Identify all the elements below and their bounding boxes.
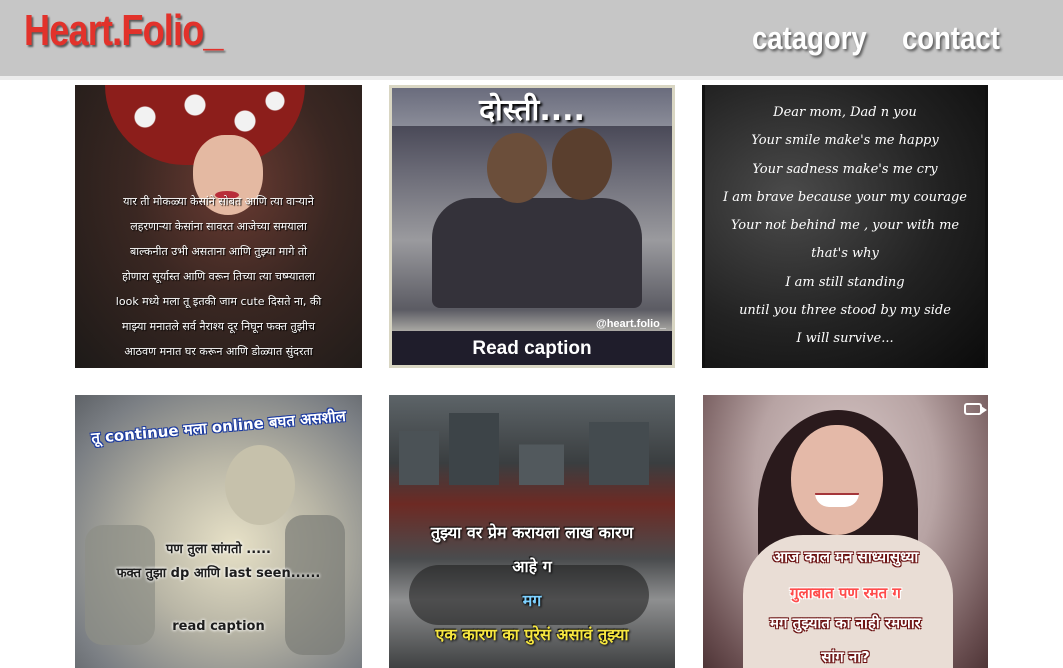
nav-link-catagory[interactable]: catagory: [752, 20, 867, 57]
caption-line: मग: [522, 591, 542, 610]
caption-line: I am still standing: [785, 274, 905, 290]
caption-line: that's why: [811, 246, 879, 262]
post-tile[interactable]: तू continue मला online बघत असशील पण तुला…: [75, 395, 362, 668]
image-sleeping-girl: [225, 445, 295, 525]
video-camera-icon: [964, 403, 987, 415]
read-caption-label: read caption: [172, 619, 265, 634]
caption-line: आठवण मनात घर करून आणि डोळ्यात सुंदरता: [124, 345, 313, 358]
post-tile[interactable]: तुझ्या वर प्रेम करायला लाख कारण आहे ग मग…: [389, 395, 675, 668]
caption-line: पण तुला सांगतो .....: [166, 542, 271, 557]
caption-line: until you three stood by my side: [739, 303, 951, 319]
nav-item-catagory: catagory: [752, 20, 885, 57]
image-kids-bodies: [432, 198, 642, 308]
image-face: [791, 425, 883, 535]
read-caption-label: Read caption: [472, 338, 592, 359]
caption-line: आज काल मन साध्यासुध्या: [772, 548, 919, 566]
caption-line: Your smile make's me happy: [751, 133, 939, 149]
caption-line: लहरणाऱ्या केसांना सावरत आजेच्या समयाला: [130, 220, 307, 233]
nav-item-contact: contact: [902, 20, 1016, 57]
caption-line: Dear mom, Dad n you: [773, 105, 917, 120]
caption-line: Your sadness make's me cry: [752, 161, 938, 177]
nav-link-contact[interactable]: contact: [902, 20, 1000, 57]
caption-line: गुलाबात पण रमत ग: [790, 584, 901, 602]
caption-line: होणारा सूर्यास्त आणि वरून तिच्या त्या चष…: [122, 270, 315, 283]
image-kid: [487, 133, 547, 203]
caption-line: I am brave because your my courage: [722, 189, 967, 205]
post-caption: Dear mom, Dad n you Your smile make's me…: [705, 99, 985, 354]
caption-line: look मध्ये मला तू इतकी जाम cute दिसते ना…: [115, 295, 322, 308]
caption-line: बाल्कनीत उभी असताना आणि तुझ्या मागे तो: [129, 245, 307, 258]
post-arc-text: तू continue मला online बघत असशील: [90, 406, 347, 448]
post-caption: यार ती मोकळ्या केसांने सोबत आणि त्या वाऱ…: [75, 189, 362, 364]
post-title: दोस्ती....: [479, 93, 585, 128]
site-logo[interactable]: Heart.Folio_: [24, 6, 223, 56]
image-bed: [285, 515, 345, 655]
post-tile[interactable]: यार ती मोकळ्या केसांने सोबत आणि त्या वाऱ…: [75, 85, 362, 368]
caption-line: माझ्या मनातले सर्व नैराश्य दूर निघून फक्…: [122, 320, 315, 333]
caption-line: यार ती मोकळ्या केसांने सोबत आणि त्या वाऱ…: [123, 195, 314, 208]
caption-line: सांग ना?: [821, 648, 870, 666]
image-kid: [552, 128, 612, 200]
caption-line: Your not behind me , your with me: [730, 218, 960, 234]
image-buildings: [389, 395, 675, 485]
post-handle: @heart.folio_: [595, 318, 666, 330]
post-tile[interactable]: आज काल मन साध्यासुध्या गुलाबात पण रमत ग …: [703, 395, 988, 668]
post-tile[interactable]: दोस्ती.... @heart.folio_ Read caption: [389, 85, 675, 368]
caption-line: I will survive...: [796, 331, 894, 347]
caption-line: आहे ग: [512, 557, 552, 576]
caption-line: तुझ्या वर प्रेम करायला लाख कारण: [430, 523, 634, 542]
site-header: Heart.Folio_ catagory contact: [0, 0, 1063, 80]
caption-line: फक्त तुझा dp आणि last seen......: [116, 566, 321, 581]
page: Heart.Folio_ catagory contact यार ती मोक…: [0, 0, 1063, 668]
post-tile[interactable]: Dear mom, Dad n you Your smile make's me…: [702, 85, 988, 368]
caption-line: एक कारण का पुरेसं असावं तुझ्या: [435, 625, 629, 644]
caption-line: मग तुझ्यात का नाही रमणार: [770, 614, 921, 632]
